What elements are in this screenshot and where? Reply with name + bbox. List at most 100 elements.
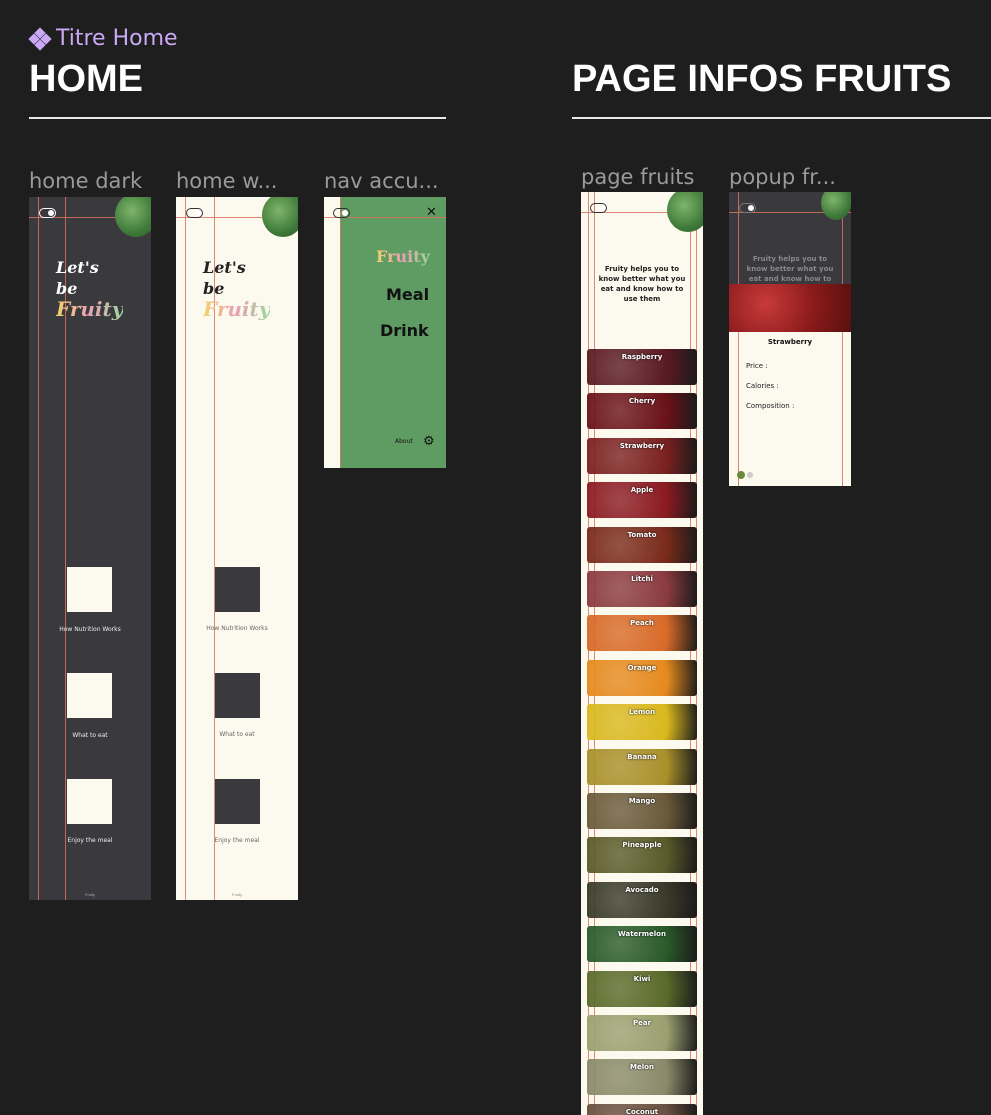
frame-nav[interactable]: ✕ Fruity Meal Drink About ⚙ [324,197,446,468]
fruit-card[interactable]: Kiwi [587,970,697,1007]
frame-popup[interactable]: Fruity helps you to know better what you… [729,192,851,486]
frame-label-home-white[interactable]: home w... [176,169,277,193]
card-caption[interactable]: How Nutrition Works [29,626,151,633]
fruit-card[interactable]: Coconut [587,1103,697,1115]
layout-guide [38,197,39,900]
fruit-card-label: Coconut [625,1107,659,1115]
fruit-card[interactable]: Mango [587,793,697,829]
fruit-card[interactable]: Litchi [587,571,697,607]
popup-fruit-name: Strawberry [767,338,813,346]
hero-line-1: Let's [203,258,246,277]
fruit-card-label: Tomato [627,530,657,539]
card-caption[interactable]: Enjoy the meal [176,837,298,844]
leaf-decoration [667,192,703,232]
section-title-infos: PAGE INFOS FRUITS [572,58,952,100]
card-thumb[interactable] [67,673,112,718]
layout-guide [185,197,186,900]
frame-label-home-dark[interactable]: home dark [29,169,142,193]
leaf-decoration [262,197,298,237]
fruit-card[interactable]: Orange [587,659,697,696]
fruit-card[interactable]: Strawberry [587,437,697,474]
hero-line-2: be [203,279,225,298]
fruit-card-label: Lemon [628,708,656,717]
fruit-card-label: Peach [630,619,654,628]
strawberry-image [729,284,851,332]
theme-toggle[interactable] [333,208,350,218]
fruit-card-label: Watermelon [618,930,666,939]
footer-text: Fruity [85,892,95,897]
hero-line-2: be [56,279,78,298]
nav-left-strip [324,197,340,468]
hero-title: Let's be Fruity [56,257,123,320]
frame-home-white[interactable]: Let's be Fruity How Nutrition Works What… [176,197,298,900]
hero-line-fruity: Fruity [203,297,271,321]
fruit-card-label: Apple [630,486,654,495]
fruit-card-label: Banana [627,752,657,761]
frame-label-nav[interactable]: nav accu... [324,169,439,193]
hero-title: Let's be Fruity [203,257,270,320]
hero-line-1: Let's [56,258,99,277]
fruit-card[interactable]: Peach [587,615,697,652]
fruit-card-label: Strawberry [619,441,665,450]
card-caption[interactable]: What to eat [176,731,298,738]
card-thumb[interactable] [67,779,112,824]
section-title-home: HOME [29,58,143,100]
card-thumb[interactable] [215,673,260,718]
fruit-card-label: Raspberry [621,353,663,361]
component-label[interactable]: Titre Home [28,26,178,51]
theme-toggle[interactable] [590,203,607,213]
fruit-card[interactable]: Cherry [587,393,697,430]
layout-guide [340,197,341,468]
frame-label-page-fruits[interactable]: page fruits [581,165,694,189]
fruit-card-label: Avocado [625,885,659,894]
fruit-card[interactable]: Lemon [587,704,697,741]
popup-field-price: Price : [746,362,768,370]
frame-label-popup[interactable]: popup fr... [729,165,836,189]
close-icon[interactable]: ✕ [426,204,437,220]
fruit-card-label: Orange [627,663,657,672]
card-thumb[interactable] [215,779,260,824]
theme-toggle[interactable] [39,208,56,218]
frame-home-dark[interactable]: Let's be Fruity How Nutrition Works What… [29,197,151,900]
fruit-card-label: Pear [632,1019,652,1027]
popup-field-composition: Composition : [746,402,795,410]
footer-text: Fruity [232,892,242,897]
fruit-card[interactable]: Pear [587,1015,697,1051]
frame-page-fruits[interactable]: Fruity helps you to know better what you… [581,192,703,1115]
gear-icon[interactable]: ⚙ [423,433,435,449]
card-thumb[interactable] [215,567,260,612]
fruit-card[interactable]: Watermelon [587,926,697,963]
fruit-card-label: Litchi [631,575,653,583]
fruit-card-label: Mango [628,797,656,805]
theme-toggle[interactable] [739,203,756,213]
hero-line-fruity: Fruity [56,297,124,321]
leaf-decoration [115,197,151,237]
theme-toggle[interactable] [186,208,203,218]
fruit-card[interactable]: Pineapple [587,837,697,874]
fruit-card[interactable]: Avocado [587,881,697,918]
fruit-card[interactable]: Banana [587,748,697,785]
nav-brand[interactable]: Fruity [376,247,430,266]
card-caption[interactable]: Enjoy the meal [29,837,151,844]
fruit-card-label: Cherry [628,397,656,406]
component-label-text: Titre Home [56,26,178,51]
card-caption[interactable]: How Nutrition Works [176,625,298,632]
nav-about-link[interactable]: About [395,438,413,445]
fruit-card-label: Melon [630,1063,654,1072]
card-caption[interactable]: What to eat [29,732,151,739]
page-dot[interactable] [747,472,753,478]
fruit-card[interactable]: Apple [587,482,697,519]
section-divider-infos [572,117,991,119]
avocado-icon[interactable] [737,471,745,479]
fruit-card[interactable]: Melon [587,1059,697,1096]
fruit-card[interactable]: Tomato [587,526,697,563]
nav-link-drink[interactable]: Drink [380,321,429,340]
intro-text: Fruity helps you to know better what you… [598,265,686,303]
fruit-card-label: Pineapple [622,841,662,850]
popup-field-calories: Calories : [746,382,779,390]
popup-intro-text: Fruity helps you to know better what you… [746,255,834,283]
component-icon [28,26,52,51]
fruit-card[interactable]: Raspberry [587,349,697,385]
card-thumb[interactable] [67,567,112,612]
nav-link-meal[interactable]: Meal [386,285,429,304]
